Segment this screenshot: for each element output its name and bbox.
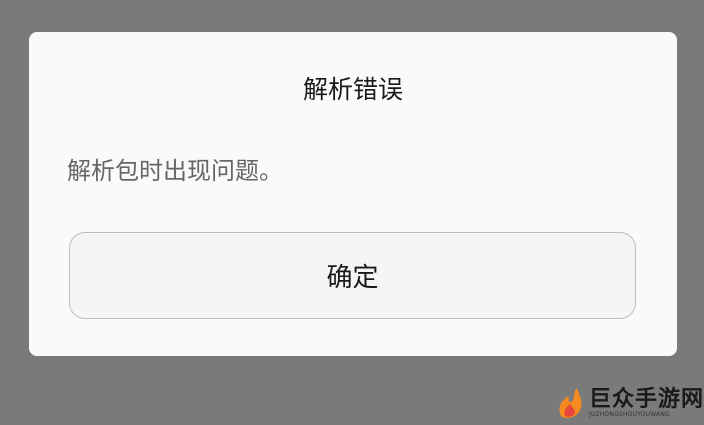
dialog-title: 解析错误 <box>302 75 403 104</box>
ok-button-label: 确定 <box>326 263 379 293</box>
watermark: 巨众手游网 JUZHONGSHOUYOUWANG <box>555 383 704 423</box>
dialog-message: 解析包时出现问题。 <box>67 157 283 185</box>
watermark-title: 巨众手游网 <box>589 386 704 412</box>
ok-button[interactable]: 确定 <box>69 232 636 319</box>
watermark-subtitle: JUZHONGSHOUYOUWANG <box>589 411 670 418</box>
parse-error-dialog: 解析错误 解析包时出现问题。 确定 <box>29 32 677 356</box>
flame-logo-icon <box>559 388 582 419</box>
